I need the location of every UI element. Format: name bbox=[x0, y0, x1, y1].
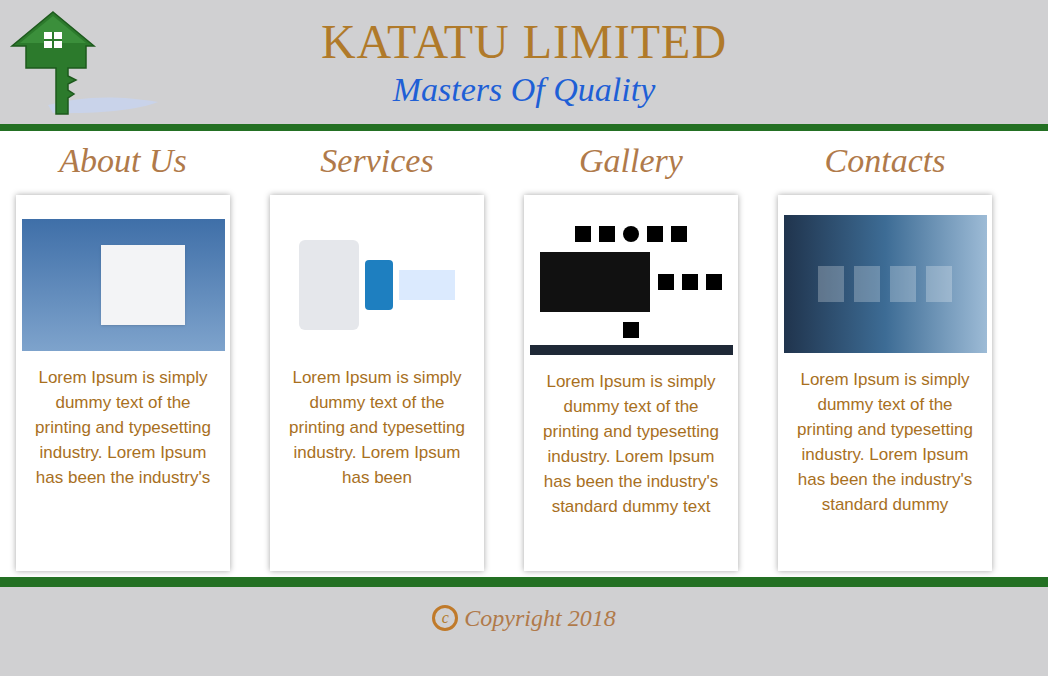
section-card: Lorem Ipsum is simply dummy text of the … bbox=[524, 195, 738, 571]
footer-divider bbox=[0, 577, 1048, 587]
section-text: Lorem Ipsum is simply dummy text of the … bbox=[783, 367, 987, 517]
section-text: Lorem Ipsum is simply dummy text of the … bbox=[275, 365, 479, 490]
section-image bbox=[530, 219, 733, 355]
section-image bbox=[22, 219, 225, 351]
section-heading[interactable]: Gallery bbox=[579, 139, 683, 183]
section-heading[interactable]: About Us bbox=[59, 139, 187, 183]
section-column: Contacts Lorem Ipsum is simply dummy text… bbox=[778, 139, 992, 571]
site-title: KATATU LIMITED bbox=[321, 14, 727, 70]
sections: About Us Lorem Ipsum is simply dummy text… bbox=[0, 131, 1048, 577]
copyright-icon: c bbox=[432, 605, 458, 631]
footer: cCopyright 2018 bbox=[0, 587, 1048, 676]
copyright-text: Copyright 2018 bbox=[464, 601, 615, 635]
header-divider bbox=[0, 124, 1048, 131]
section-heading[interactable]: Contacts bbox=[825, 139, 946, 183]
section-card: Lorem Ipsum is simply dummy text of the … bbox=[16, 195, 230, 571]
section-image bbox=[276, 219, 479, 351]
section-column: Services Lorem Ipsum is simply dummy text… bbox=[270, 139, 484, 571]
section-text: Lorem Ipsum is simply dummy text of the … bbox=[21, 365, 225, 490]
section-column: About Us Lorem Ipsum is simply dummy text… bbox=[16, 139, 230, 571]
section-heading[interactable]: Services bbox=[320, 139, 433, 183]
tagline: Masters Of Quality bbox=[393, 70, 656, 110]
section-column: Gallery Lorem Ipsum is simply dummy text … bbox=[524, 139, 738, 571]
house-key-logo-icon bbox=[8, 10, 163, 120]
section-image bbox=[784, 215, 987, 353]
section-card: Lorem Ipsum is simply dummy text of the … bbox=[778, 195, 992, 571]
header: KATATU LIMITEDMasters Of Quality bbox=[0, 0, 1048, 124]
section-text: Lorem Ipsum is simply dummy text of the … bbox=[529, 369, 733, 519]
section-card: Lorem Ipsum is simply dummy text of the … bbox=[270, 195, 484, 571]
